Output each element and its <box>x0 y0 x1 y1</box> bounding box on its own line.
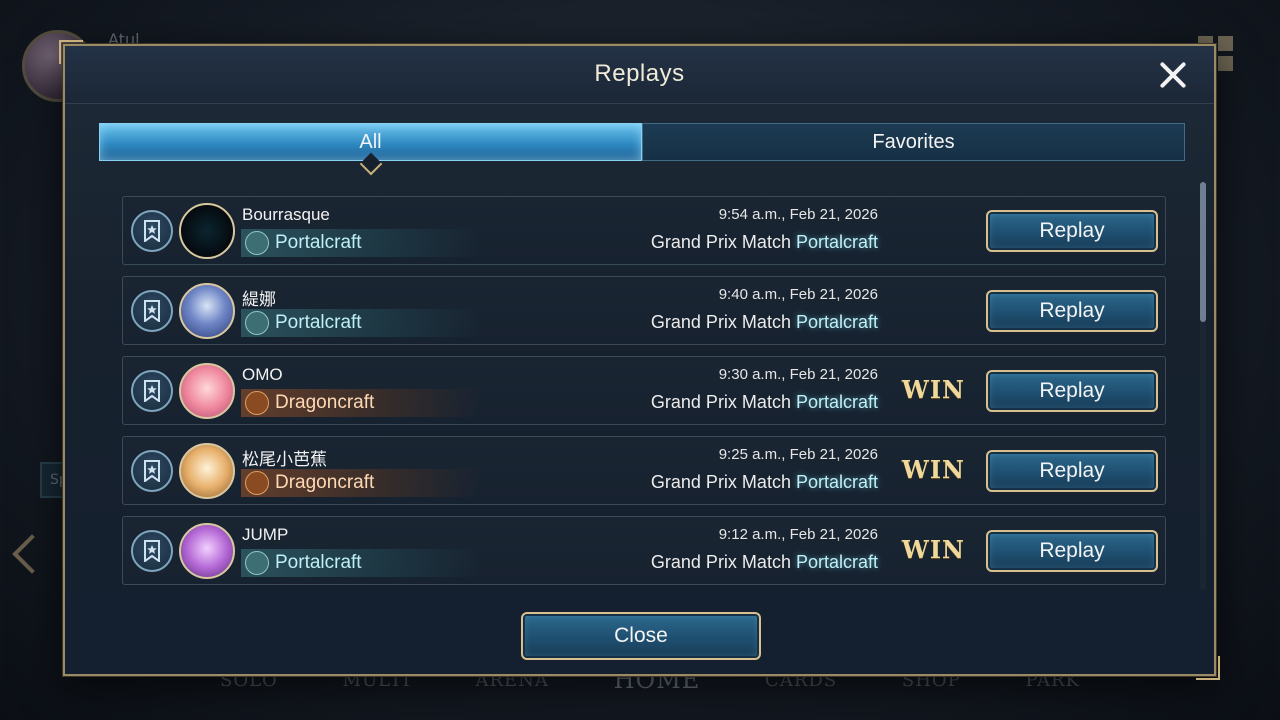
opponent-name: OMO <box>242 365 283 384</box>
favorite-bookmark-button[interactable] <box>131 450 173 492</box>
modal-title: Replays <box>594 60 685 87</box>
opponent-class-tag: Portalcraft <box>241 229 481 257</box>
portalcraft-icon <box>245 551 269 575</box>
bookmark-star-icon <box>144 220 160 242</box>
my-class-label: Portalcraft <box>795 392 878 412</box>
opponent-class-tag: Dragoncraft <box>241 389 481 417</box>
favorite-bookmark-button[interactable] <box>131 290 173 332</box>
match-type: Grand Prix Match <box>650 312 791 332</box>
opponent-class-label: Dragoncraft <box>275 392 375 413</box>
tab-all-label: All <box>359 130 382 153</box>
match-timestamp: 9:30 a.m., Feb 21, 2026 <box>718 366 878 383</box>
opponent-avatar <box>179 523 235 579</box>
opponent-class-label: Portalcraft <box>275 552 362 573</box>
win-badge: WIN <box>901 535 965 564</box>
opponent-avatar <box>179 443 235 499</box>
replay-button[interactable]: Replay <box>986 370 1158 412</box>
tab-pointer-icon <box>359 152 382 176</box>
bookmark-star-icon <box>144 540 160 562</box>
scrollbar[interactable] <box>1200 182 1206 590</box>
my-class-label: Portalcraft <box>795 312 878 332</box>
match-type: Grand Prix Match <box>650 232 791 252</box>
favorite-bookmark-button[interactable] <box>131 210 173 252</box>
opponent-class-label: Portalcraft <box>275 312 362 333</box>
replay-row: Bourrasque Portalcraft 9:54 a.m., Feb 21… <box>122 196 1166 265</box>
favorite-bookmark-button[interactable] <box>131 530 173 572</box>
bookmark-star-icon <box>144 380 160 402</box>
opponent-avatar <box>179 203 235 259</box>
my-class-label: Portalcraft <box>795 552 878 572</box>
match-timestamp: 9:40 a.m., Feb 21, 2026 <box>718 286 878 303</box>
match-info: Grand Prix Match Portalcraft <box>651 472 878 493</box>
match-timestamp: 9:54 a.m., Feb 21, 2026 <box>718 206 878 223</box>
close-button[interactable]: Close <box>521 612 761 660</box>
dragoncraft-icon <box>245 471 269 495</box>
scrollbar-thumb[interactable] <box>1200 182 1206 322</box>
replay-list: Bourrasque Portalcraft 9:54 a.m., Feb 21… <box>122 196 1166 596</box>
replays-modal: Replays All Favorites Bourrasque Portalc… <box>59 40 1220 680</box>
opponent-name: JUMP <box>242 525 289 544</box>
replay-button[interactable]: Replay <box>986 210 1158 252</box>
opponent-class-label: Dragoncraft <box>275 472 375 493</box>
opponent-name: Bourrasque <box>242 205 330 224</box>
close-x-icon[interactable] <box>1158 60 1188 90</box>
opponent-name: 松尾小芭蕉 <box>242 450 327 469</box>
dragoncraft-icon <box>245 391 269 415</box>
match-info: Grand Prix Match Portalcraft <box>651 232 878 253</box>
replay-button[interactable]: Replay <box>986 530 1158 572</box>
win-badge: WIN <box>901 375 965 404</box>
background-left-arrow-icon <box>12 534 52 574</box>
match-info: Grand Prix Match Portalcraft <box>651 392 878 413</box>
bookmark-star-icon <box>144 300 160 322</box>
tab-bar: All Favorites <box>99 123 1185 176</box>
favorite-bookmark-button[interactable] <box>131 370 173 412</box>
tab-favorites-label: Favorites <box>872 130 955 153</box>
match-timestamp: 9:12 a.m., Feb 21, 2026 <box>718 526 878 543</box>
match-info: Grand Prix Match Portalcraft <box>651 552 878 573</box>
my-class-label: Portalcraft <box>795 232 878 252</box>
opponent-avatar <box>179 283 235 339</box>
match-type: Grand Prix Match <box>650 472 791 492</box>
match-info: Grand Prix Match Portalcraft <box>651 312 878 333</box>
opponent-class-label: Portalcraft <box>275 232 362 253</box>
opponent-class-tag: Dragoncraft <box>241 469 481 497</box>
opponent-avatar <box>179 363 235 419</box>
tab-all[interactable]: All <box>99 123 642 176</box>
opponent-name: 緹娜 <box>242 290 276 309</box>
replay-row: 緹娜 Portalcraft 9:40 a.m., Feb 21, 2026 G… <box>122 276 1166 345</box>
replay-button[interactable]: Replay <box>986 450 1158 492</box>
match-type: Grand Prix Match <box>650 392 791 412</box>
my-class-label: Portalcraft <box>795 472 878 492</box>
match-timestamp: 9:25 a.m., Feb 21, 2026 <box>718 446 878 463</box>
portalcraft-icon <box>245 311 269 335</box>
opponent-class-tag: Portalcraft <box>241 309 481 337</box>
modal-header: Replays <box>65 46 1214 104</box>
replay-row: JUMP Portalcraft 9:12 a.m., Feb 21, 2026… <box>122 516 1166 585</box>
replay-row: 松尾小芭蕉 Dragoncraft 9:25 a.m., Feb 21, 202… <box>122 436 1166 505</box>
replay-button[interactable]: Replay <box>986 290 1158 332</box>
replay-row: OMO Dragoncraft 9:30 a.m., Feb 21, 2026 … <box>122 356 1166 425</box>
portalcraft-icon <box>245 231 269 255</box>
tab-favorites[interactable]: Favorites <box>642 123 1185 161</box>
win-badge: WIN <box>901 455 965 484</box>
opponent-class-tag: Portalcraft <box>241 549 481 577</box>
bookmark-star-icon <box>144 460 160 482</box>
match-type: Grand Prix Match <box>650 552 791 572</box>
